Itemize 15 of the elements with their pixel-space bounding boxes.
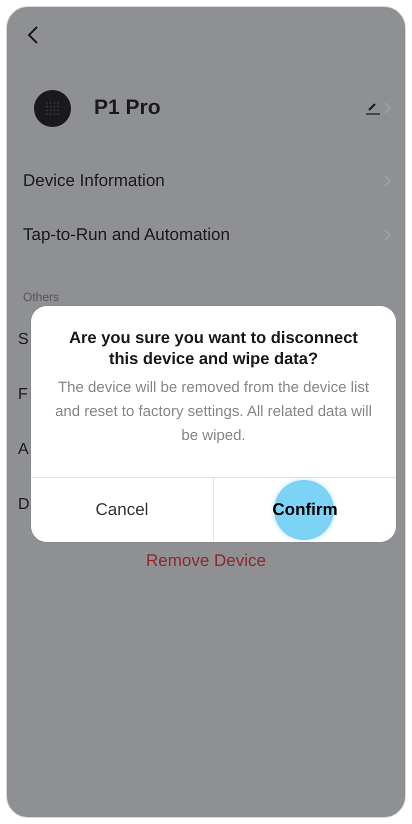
menu-item[interactable]: Device Information <box>7 154 405 208</box>
cancel-button[interactable]: Cancel <box>90 496 154 524</box>
confirm-button[interactable]: Confirm <box>266 496 344 524</box>
menu-item[interactable]: D <box>18 496 30 514</box>
menu-item[interactable]: A <box>18 440 29 458</box>
menu-item[interactable]: Tap-to-Run and Automation <box>7 208 405 262</box>
section-title: Others <box>23 290 60 304</box>
dialog-message: The device will be removed from the device list and reset to factory settings. All related data will be wiped. <box>54 378 373 446</box>
back-icon[interactable] <box>27 25 39 45</box>
menu-item[interactable]: F <box>18 386 28 404</box>
menu-item[interactable]: S <box>18 330 29 348</box>
dialog-title: Are you sure you want to disconnect this device and wipe data? <box>68 328 359 370</box>
device-icon <box>34 90 71 126</box>
device-name: P1 Pro <box>94 96 162 120</box>
edit-icon[interactable] <box>365 101 381 115</box>
